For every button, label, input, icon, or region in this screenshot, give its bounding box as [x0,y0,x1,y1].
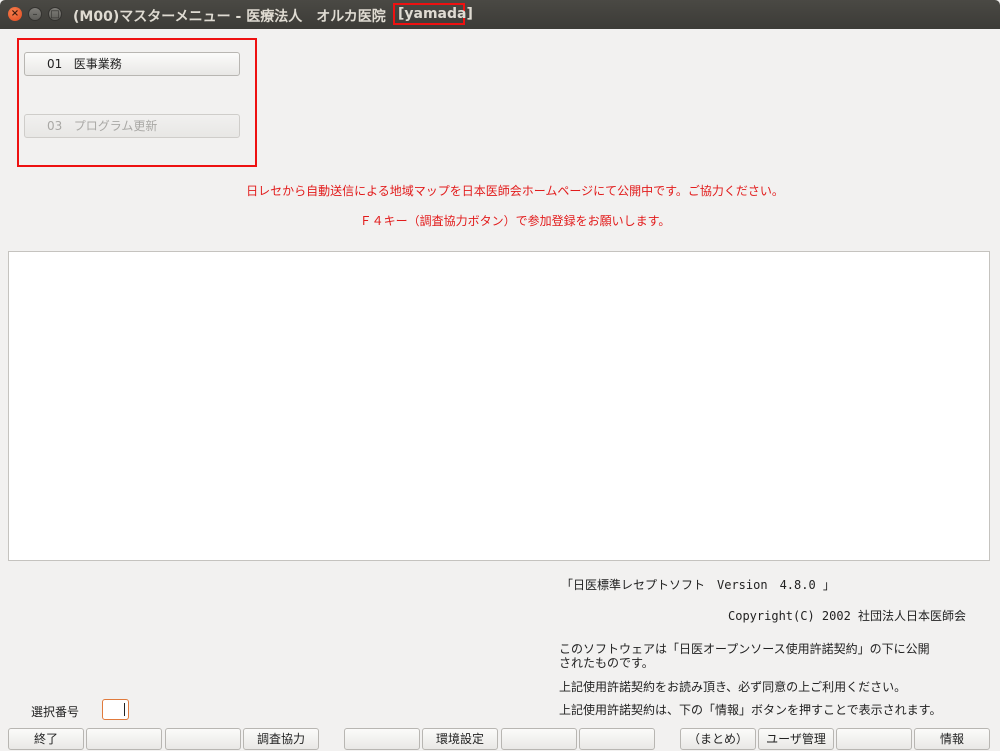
fkey-9-summary-button[interactable]: （まとめ） [680,728,756,750]
window-titlebar: × – □ (M00)マスターメニュー - 医療法人 オルカ医院 [yamada… [0,0,1000,29]
window-title: (M00)マスターメニュー - 医療法人 オルカ医院 [73,9,386,25]
license-text-2: されたものです。 [559,656,654,670]
maximize-window-icon[interactable]: □ [48,7,62,21]
fkey-2-button[interactable] [86,728,162,750]
fkey-6-settings-button[interactable]: 環境設定 [422,728,498,750]
menu-button-01[interactable]: 01 医事業務 [24,52,240,76]
menu-button-number: 01 [47,57,63,71]
version-text: 「日医標準レセプトソフト Version 4.8.0 」 [561,578,835,592]
license-text-3: 上記使用許諾契約をお読み頂き、必ず同意の上ご利用ください。 [559,680,907,694]
fkey-12-info-button[interactable]: 情報 [914,728,990,750]
function-key-bar: 終了 調査協力 環境設定 （まとめ） ユーザ管理 情報 [0,728,1000,751]
close-window-icon[interactable]: × [8,7,22,21]
license-text-4: 上記使用許諾契約は、下の「情報」ボタンを押すことで表示されます。 [559,703,942,717]
menu-button-label: プログラム更新 [73,119,158,133]
selection-number-label: 選択番号 [31,705,80,719]
fkey-8-button[interactable] [579,728,655,750]
window-title-user: [yamada] [393,3,473,25]
menu-button-number: 03 [47,119,63,133]
notice-line-2: Ｆ４キー（調査協力ボタン）で参加登録をお願いします。 [359,214,671,228]
fkey-4-survey-button[interactable]: 調査協力 [243,728,319,750]
text-caret [124,703,125,716]
selection-number-input[interactable] [102,699,129,720]
notice-line-1: 日レセから自動送信による地域マップを日本医師会ホームページにて公開中です。ご協力… [246,184,784,198]
fkey-7-button[interactable] [501,728,577,750]
fkey-5-button[interactable] [344,728,420,750]
copyright-text: Copyright(C) 2002 社団法人日本医師会 [728,609,967,623]
minimize-window-icon[interactable]: – [28,7,42,21]
fkey-3-button[interactable] [165,728,241,750]
fkey-10-user-admin-button[interactable]: ユーザ管理 [758,728,834,750]
fkey-11-button[interactable] [836,728,912,750]
menu-button-label: 医事業務 [73,57,122,71]
menu-button-03[interactable]: 03 プログラム更新 [24,114,240,138]
fkey-1-exit-button[interactable]: 終了 [8,728,84,750]
message-area[interactable] [8,251,990,561]
